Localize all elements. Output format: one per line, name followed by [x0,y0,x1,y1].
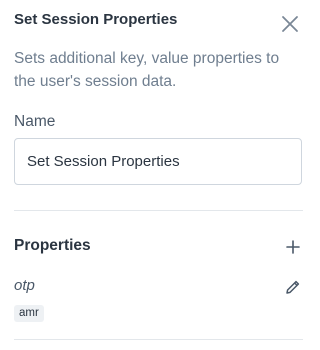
close-button[interactable] [280,14,300,34]
section-divider-bottom [14,339,303,340]
section-divider [14,210,303,211]
property-tag: amr [14,305,44,322]
properties-heading: Properties [14,237,91,254]
set-session-properties-panel: Set Session Properties Sets additional k… [0,0,313,350]
add-property-button[interactable] [284,238,302,256]
name-input[interactable] [14,138,302,185]
pencil-icon [284,278,302,296]
property-name: otp [14,277,35,294]
panel-description: Sets additional key, value properties to… [14,50,280,90]
edit-property-button[interactable] [284,278,302,296]
plus-icon [284,238,302,256]
name-label: Name [14,113,56,130]
panel-title: Set Session Properties [14,11,178,28]
close-icon [280,14,300,34]
